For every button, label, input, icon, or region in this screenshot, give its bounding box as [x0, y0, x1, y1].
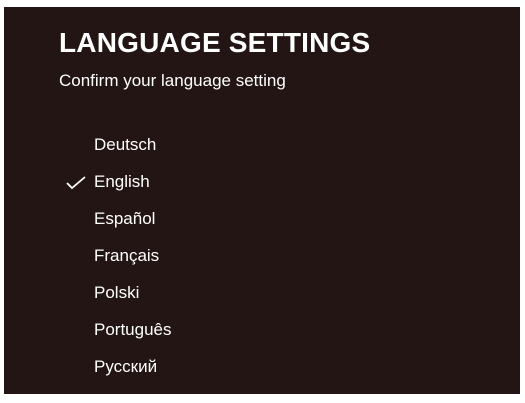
language-label: Polski: [94, 283, 140, 302]
language-option-russkiy[interactable]: Русский: [4, 352, 520, 389]
language-option-francais[interactable]: Français: [4, 241, 520, 278]
language-list: Deutsch English Español Français Polski …: [4, 130, 520, 389]
language-label: English: [94, 172, 150, 191]
language-label: Español: [94, 209, 156, 228]
language-label: Русский: [94, 357, 158, 376]
language-label: Deutsch: [94, 135, 157, 154]
language-option-portugues[interactable]: Português: [4, 315, 520, 352]
language-label: Português: [94, 320, 172, 339]
page-title: LANGUAGE SETTINGS: [59, 27, 371, 58]
page-subtitle: Confirm your language setting: [59, 71, 286, 90]
language-settings-screen: LANGUAGE SETTINGS Confirm your language …: [4, 7, 520, 394]
language-label: Français: [94, 246, 160, 265]
language-option-polski[interactable]: Polski: [4, 278, 520, 315]
check-icon: [66, 176, 86, 190]
language-option-deutsch[interactable]: Deutsch: [4, 130, 520, 167]
language-option-espanol[interactable]: Español: [4, 204, 520, 241]
language-option-english[interactable]: English: [4, 167, 520, 204]
